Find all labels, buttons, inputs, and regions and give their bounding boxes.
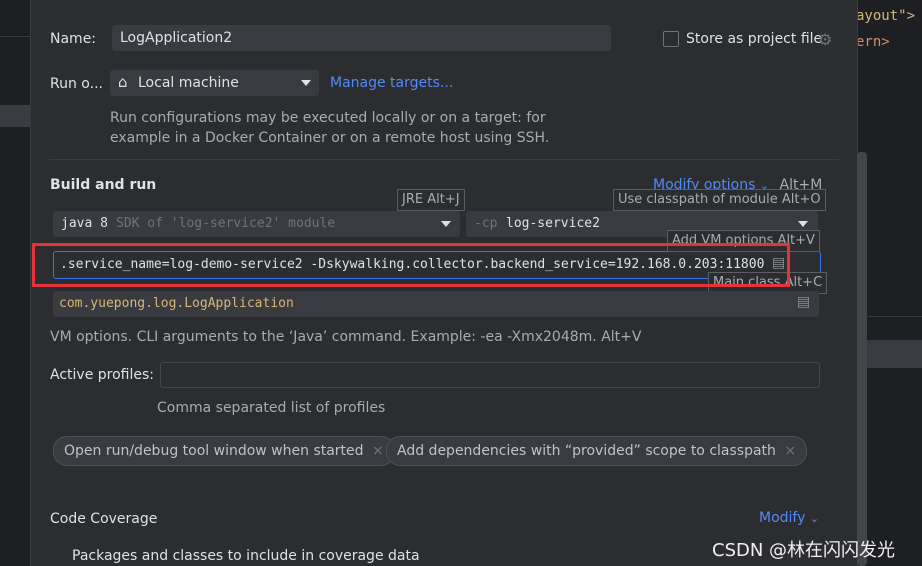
build-run-heading: Build and run [50,177,157,193]
close-icon[interactable]: × [372,443,384,459]
chevron-down-icon [301,80,311,86]
chip-label: Open run/debug tool window when started [64,443,364,459]
name-field[interactable]: LogApplication2 [112,25,611,51]
target-value: Local machine [138,75,239,91]
run-info-line: Run configurations may be executed local… [110,110,546,126]
run-configuration-dialog: Name: LogApplication2 Store as project f… [30,0,867,566]
target-dropdown[interactable]: ⌂ Local machine [110,70,319,96]
coverage-modify-label: Modify [759,510,806,526]
editor-gutter [0,0,30,566]
sdk-sub: SDK of 'log-service2' module [116,216,336,231]
run-on-label: Run o... [50,76,103,92]
close-icon[interactable]: × [784,443,796,459]
store-checkbox[interactable] [663,31,679,47]
sdk-main: java 8 [61,216,108,231]
chip-open-tool-window[interactable]: Open run/debug tool window when started … [53,436,395,466]
chevron-down-icon [441,221,451,227]
code-coverage-heading: Code Coverage [50,511,158,527]
chip-provided-scope[interactable]: Add dependencies with “provided” scope t… [386,436,808,466]
active-profiles-label: Active profiles: [50,367,154,383]
gear-icon[interactable]: ⚙ [818,30,832,49]
chip-label: Add dependencies with “provided” scope t… [397,443,776,459]
store-label[interactable]: Store as project file [686,31,822,47]
watermark: CSDN @林在闪闪发光 [712,540,896,561]
run-info-line: example in a Docker Container or on a re… [110,130,550,146]
classpath-hint: Use classpath of module Alt+O [613,189,826,211]
chevron-down-icon [798,221,808,227]
chevron-down-icon: ⌄ [809,512,820,525]
coverage-modify-link[interactable]: Modify ⌄ [759,510,819,526]
home-icon: ⌂ [118,73,128,91]
active-profiles-input[interactable] [160,362,820,388]
jre-hint: JRE Alt+J [397,189,465,211]
code-line: ayout"> [856,8,916,24]
name-value: LogApplication2 [120,30,233,46]
scrollbar[interactable] [857,152,867,566]
jre-dropdown[interactable]: java 8 SDK of 'log-service2' module [53,211,460,237]
cp-prefix: -cp [474,216,498,231]
highlight-box [32,243,790,287]
divider [49,159,839,160]
cp-value: log-service2 [506,216,600,231]
browse-icon[interactable]: ▤ [797,294,810,310]
code-line: ern> [856,34,890,50]
profiles-help: Comma separated list of profiles [157,400,386,416]
manage-targets-link[interactable]: Manage targets... [330,75,453,91]
vm-help-text: VM options. CLI arguments to the ‘Java’ … [50,329,642,345]
name-label: Name: [50,31,97,47]
main-class-field[interactable]: com.yuepong.log.LogApplication ▤ [53,291,819,317]
main-class-value: com.yuepong.log.LogApplication [59,296,294,311]
coverage-packages-label: Packages and classes to include in cover… [72,548,420,564]
